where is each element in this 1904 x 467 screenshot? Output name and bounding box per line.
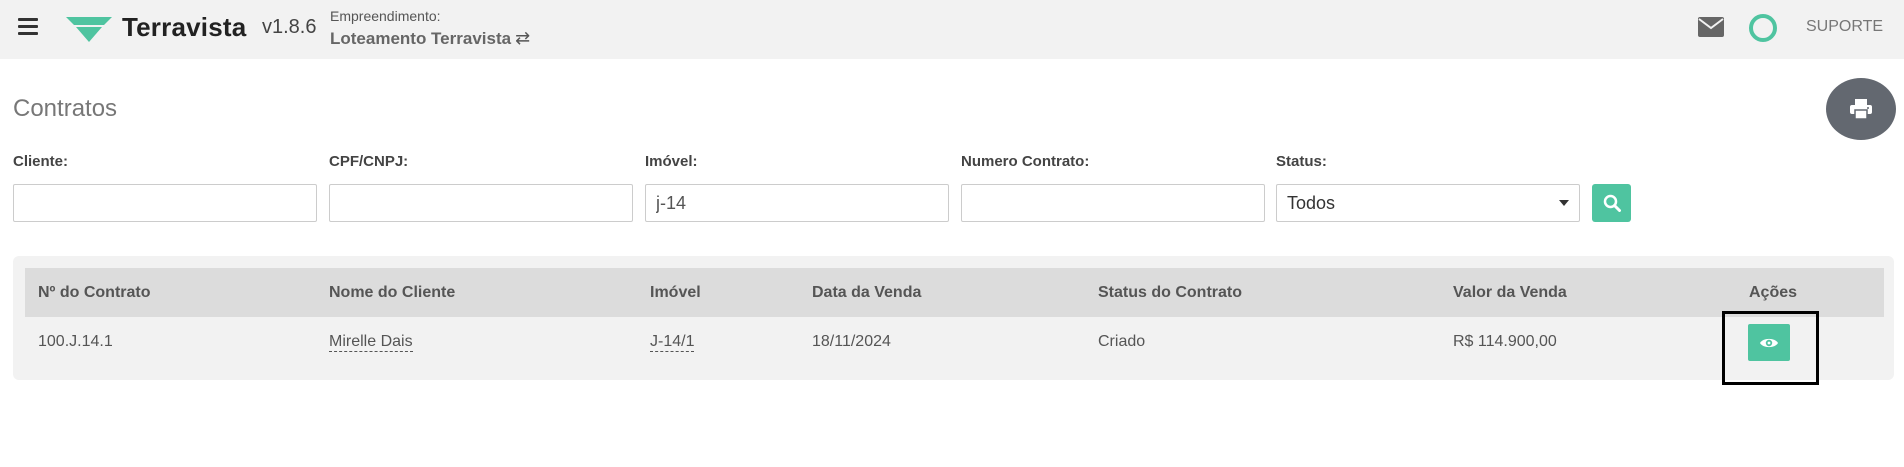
highlight-box [1722, 311, 1819, 385]
cpf-label: CPF/CNPJ: [329, 153, 409, 170]
column-header-data: Data da Venda [812, 284, 922, 301]
empreendimento-selector[interactable]: Loteamento Terravista ⇄ [330, 28, 530, 49]
menu-icon[interactable] [18, 18, 38, 35]
cliente-label: Cliente: [13, 153, 69, 170]
column-header-status: Status do Contrato [1098, 284, 1242, 301]
swap-icon: ⇄ [515, 28, 531, 48]
top-bar: Terravista v1.8.6 Empreendimento: Loteam… [0, 0, 1904, 59]
column-header-numero: Nº do Contrato [38, 284, 151, 301]
column-header-valor: Valor da Venda [1453, 284, 1567, 301]
cliente-input[interactable] [13, 184, 317, 222]
empreendimento-name: Loteamento Terravista [330, 29, 512, 48]
numero-contrato-input[interactable] [961, 184, 1265, 222]
imovel-input[interactable] [645, 184, 949, 222]
status-indicator-icon [1749, 14, 1777, 42]
cpf-input[interactable] [329, 184, 633, 222]
table-header [25, 268, 1884, 317]
column-header-acoes: Ações [1749, 284, 1798, 301]
print-button[interactable] [1826, 78, 1896, 140]
page-title: Contratos [13, 95, 118, 122]
printer-icon [1850, 99, 1872, 119]
cell-numero: 100.J.14.1 [38, 333, 113, 350]
imovel-link[interactable]: J-14/1 [650, 333, 695, 352]
cell-status: Criado [1098, 333, 1146, 350]
search-button[interactable] [1592, 184, 1631, 222]
chevron-down-icon [1559, 200, 1569, 206]
status-label: Status: [1276, 153, 1327, 170]
search-icon [1603, 194, 1621, 212]
logo-icon [64, 15, 114, 48]
cliente-link[interactable]: Mirelle Dais [329, 333, 413, 352]
column-header-cliente: Nome do Cliente [329, 284, 456, 301]
cell-valor: R$ 114.900,00 [1453, 333, 1557, 350]
status-select[interactable]: Todos [1276, 184, 1580, 222]
mail-icon[interactable] [1698, 17, 1724, 42]
numero-contrato-label: Numero Contrato: [961, 153, 1090, 170]
app-version: v1.8.6 [262, 16, 317, 38]
cell-data: 18/11/2024 [812, 333, 891, 350]
empreendimento-label: Empreendimento: [330, 8, 441, 24]
support-link[interactable]: SUPORTE [1806, 18, 1883, 36]
brand-name: Terravista [122, 12, 247, 42]
imovel-label: Imóvel: [645, 153, 698, 170]
column-header-imovel: Imóvel [650, 284, 701, 301]
status-select-value: Todos [1287, 193, 1336, 213]
